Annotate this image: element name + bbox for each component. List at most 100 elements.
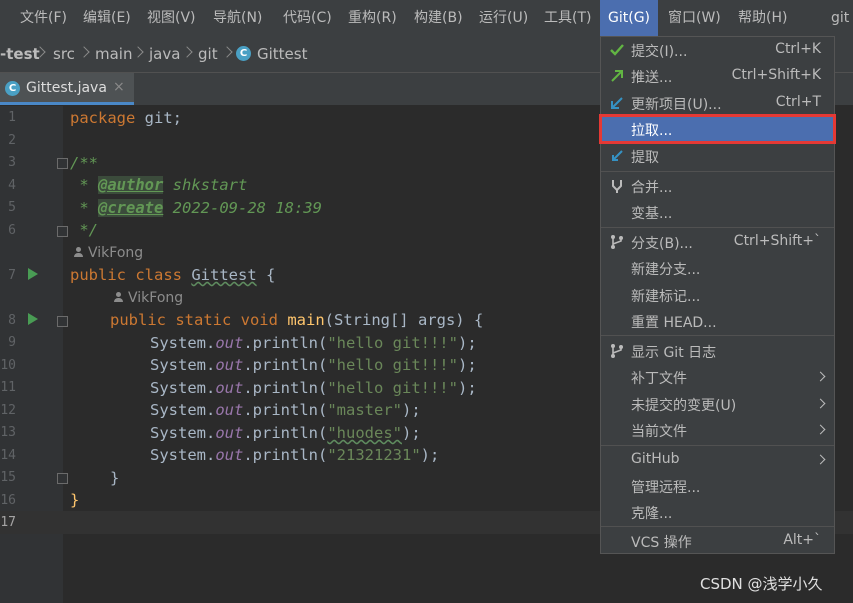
menu-separator <box>601 227 834 228</box>
fetch-arrow-icon <box>612 150 623 161</box>
git-pull-item[interactable]: 拉取... <box>599 114 836 144</box>
code-line-12: System.out.println("master"); <box>150 401 421 419</box>
menu-help[interactable]: 帮助(H) <box>738 0 787 36</box>
push-arrow-icon <box>611 70 623 82</box>
line-number: 11 <box>0 380 16 395</box>
line-number: 4 <box>8 178 16 193</box>
menu-view[interactable]: 视图(V) <box>147 0 196 36</box>
run-class-icon[interactable] <box>28 268 38 280</box>
line-number: 10 <box>0 358 16 373</box>
branch-icon <box>611 344 623 358</box>
git-clone-item[interactable]: 克隆... <box>601 499 834 525</box>
chevron-right-icon <box>815 371 826 382</box>
line-number: 13 <box>0 425 16 440</box>
code-line-15: } <box>110 469 120 487</box>
watermark: CSDN @浅学小久 <box>700 575 823 593</box>
code-line-13: System.out.println("huodes"); <box>150 424 421 442</box>
breadcrumb-main[interactable]: main <box>95 36 132 72</box>
line-number: 12 <box>0 403 16 418</box>
line-number-current: 17 <box>0 515 16 530</box>
tab-label: Gittest.java <box>26 80 107 96</box>
git-update-project-item[interactable]: 更新项目(U)... Ctrl+T <box>601 90 834 116</box>
java-class-icon: C <box>5 81 20 96</box>
menu-navigate[interactable]: 导航(N) <box>213 0 262 36</box>
chevron-right-icon <box>815 398 826 409</box>
tab-gittest-java[interactable]: C Gittest.java × <box>0 73 134 105</box>
git-fetch-item[interactable]: 提取 <box>601 143 834 169</box>
fold-marker-icon[interactable] <box>57 226 68 237</box>
git-vcs-operations-item[interactable]: VCS 操作 Alt+` <box>601 528 834 554</box>
update-arrow-icon <box>611 97 623 109</box>
code-line-6: */ <box>70 221 98 239</box>
line-number: 5 <box>8 200 16 215</box>
breadcrumb-git[interactable]: git <box>198 36 218 72</box>
menu-refactor[interactable]: 重构(R) <box>348 0 397 36</box>
git-manage-remotes-item[interactable]: 管理远程... <box>601 473 834 499</box>
git-show-log-item[interactable]: 显示 Git 日志 <box>601 338 834 364</box>
person-icon <box>114 292 123 302</box>
breadcrumb-src[interactable]: src <box>53 36 75 72</box>
chevron-right-icon <box>815 424 826 435</box>
breadcrumb-separator-icon <box>78 46 90 58</box>
line-number: 6 <box>8 223 16 238</box>
git-commit-item[interactable]: 提交(I)... Ctrl+K <box>601 37 834 63</box>
breadcrumb-separator-icon <box>221 46 233 58</box>
git-rebase-item[interactable]: 变基... <box>601 199 834 225</box>
menu-file[interactable]: 文件(F) <box>20 0 67 36</box>
menu-code[interactable]: 代码(C) <box>283 0 332 36</box>
git-new-tag-item[interactable]: 新建标记... <box>601 282 834 308</box>
git-branches-item[interactable]: 分支(B)... Ctrl+Shift+` <box>601 229 834 255</box>
git-uncommitted-changes-item[interactable]: 未提交的变更(U) <box>601 391 834 417</box>
menu-project-overflow: git <box>831 10 850 26</box>
git-new-branch-item[interactable]: 新建分支... <box>601 255 834 281</box>
run-main-icon[interactable] <box>28 313 38 325</box>
git-github-item[interactable]: GitHub <box>601 447 834 473</box>
line-number: 16 <box>0 493 16 508</box>
line-number: 7 <box>8 268 16 283</box>
menu-separator <box>601 445 834 446</box>
close-icon[interactable]: × <box>113 79 125 95</box>
git-menu-dropdown: 提交(I)... Ctrl+K 推送... Ctrl+Shift+K 更新项目(U)… <box>599 36 836 554</box>
menu-edit[interactable]: 编辑(E) <box>83 0 131 36</box>
code-line-14: System.out.println("21321231"); <box>150 446 440 464</box>
git-push-item[interactable]: 推送... Ctrl+Shift+K <box>601 63 834 89</box>
line-number: 15 <box>0 470 16 485</box>
fold-marker-icon[interactable] <box>57 316 68 327</box>
chevron-right-icon <box>815 454 826 465</box>
code-line-7: public class Gittest { <box>70 266 276 284</box>
code-line-1: package git; <box>70 109 182 127</box>
menu-window[interactable]: 窗口(W) <box>668 0 721 36</box>
menu-tools[interactable]: 工具(T) <box>544 0 591 36</box>
code-line-9: System.out.println("hello git!!!"); <box>150 334 477 352</box>
code-line-8: public static void main(String[] args) { <box>110 311 484 329</box>
code-line-3: /** <box>70 154 98 172</box>
code-line-5: * @create 2022-09-28 18:39 <box>70 199 322 217</box>
git-reset-head-item[interactable]: 重置 HEAD... <box>601 308 834 334</box>
line-number: 2 <box>8 133 16 148</box>
breadcrumb-class[interactable]: Gittest <box>257 36 307 72</box>
fold-marker-icon[interactable] <box>57 158 68 169</box>
line-number: 9 <box>8 335 16 350</box>
menu-separator <box>601 526 834 527</box>
person-icon <box>74 247 83 257</box>
code-line-4: * @author shkstart <box>70 176 248 194</box>
line-number: 8 <box>8 313 16 328</box>
breadcrumb-separator-icon <box>181 46 193 58</box>
menu-separator <box>601 171 834 172</box>
breadcrumb-project[interactable]: -test <box>0 36 40 72</box>
branch-icon <box>611 235 623 249</box>
java-class-icon: C <box>236 46 251 61</box>
menu-git[interactable]: Git(G) <box>600 0 658 36</box>
git-current-file-item[interactable]: 当前文件 <box>601 417 834 443</box>
breadcrumb-separator-icon <box>132 46 144 58</box>
fold-marker-icon[interactable] <box>57 473 68 484</box>
code-line-11: System.out.println("hello git!!!"); <box>150 379 477 397</box>
git-merge-item[interactable]: 合并... <box>601 173 834 199</box>
breadcrumb-java[interactable]: java <box>149 36 180 72</box>
line-number: 3 <box>8 155 16 170</box>
merge-icon <box>612 180 622 193</box>
git-patch-file-item[interactable]: 补丁文件 <box>601 364 834 390</box>
menu-run[interactable]: 运行(U) <box>479 0 528 36</box>
code-line-10: System.out.println("hello git!!!"); <box>150 356 477 374</box>
menu-build[interactable]: 构建(B) <box>414 0 463 36</box>
